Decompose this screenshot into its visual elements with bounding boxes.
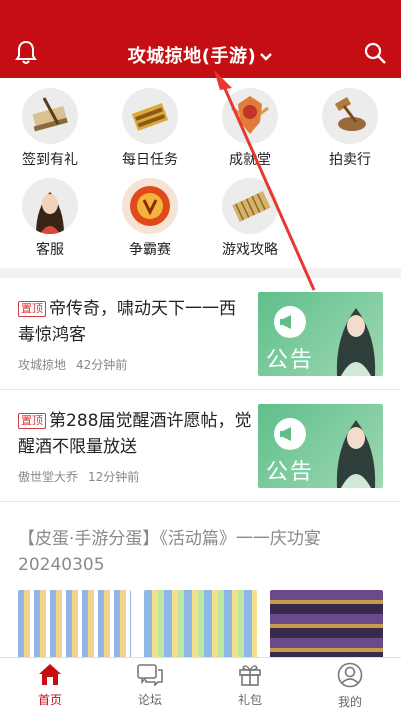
service-girl-icon <box>22 178 78 234</box>
page-title: 攻城掠地(手游) <box>127 46 257 67</box>
grid-item-label: 游戏攻略 <box>222 242 278 258</box>
forum-title-dropdown[interactable]: 攻城掠地(手游) <box>0 42 401 68</box>
character-portrait-icon <box>336 308 376 376</box>
home-icon <box>39 664 61 685</box>
post-time: 42分钟前 <box>76 358 128 372</box>
gift-icon <box>239 665 261 686</box>
grid-item-label: 签到有礼 <box>22 152 78 168</box>
grid-item-label: 拍卖行 <box>329 152 371 168</box>
tab-label: 论坛 <box>137 693 162 707</box>
post-title-text: 帝传奇，啸动天下一一西毒惊鸿客 <box>18 299 236 345</box>
app-header: 攻城掠地(手游) <box>0 0 401 78</box>
feature-grid: 签到有礼 每日任务 成就堂 拍卖行 客服 争霸赛 游戏攻略 <box>0 78 401 268</box>
gold-scroll-icon <box>122 88 178 144</box>
megaphone-icon <box>274 418 306 450</box>
tab-home[interactable]: 首页 <box>0 658 100 713</box>
grid-item-auction[interactable]: 拍卖行 <box>300 78 400 168</box>
post-meta: 傲世堂大乔 12分钟前 <box>18 468 139 485</box>
post-meta: 攻城掠地 42分钟前 <box>18 356 127 373</box>
notice-label: 公告 <box>266 348 315 373</box>
post-title[interactable]: 置顶 第288届觉醒酒许愿帖，觉醒酒不限量放送 <box>18 408 252 460</box>
post-title[interactable]: 【皮蛋·手游分蛋】《活动篇》一一庆功宴20240305 <box>18 526 388 578</box>
pinned-badge: 置顶 <box>18 301 46 317</box>
grid-item-tournament[interactable]: 争霸赛 <box>100 168 200 258</box>
post-time: 12分钟前 <box>88 470 140 484</box>
grid-item-achievements[interactable]: 成就堂 <box>200 78 300 168</box>
tab-gifts[interactable]: 礼包 <box>200 658 300 713</box>
post-thumbnail[interactable]: 公告 <box>258 404 383 488</box>
post-title[interactable]: 置顶 帝传奇，啸动天下一一西毒惊鸿客 <box>18 296 252 348</box>
grid-item-label: 成就堂 <box>229 152 271 168</box>
grid-item-customer-service[interactable]: 客服 <box>0 168 100 258</box>
grid-item-label: 每日任务 <box>122 152 178 168</box>
bamboo-scroll-icon <box>222 178 278 234</box>
fire-emblem-icon <box>122 178 178 234</box>
chevron-down-icon <box>260 53 273 61</box>
list-item[interactable]: 置顶 帝传奇，啸动天下一一西毒惊鸿客 攻城掠地 42分钟前 公告 <box>0 278 401 390</box>
post-thumbnail[interactable]: 公告 <box>258 292 383 376</box>
tab-label: 礼包 <box>237 693 262 707</box>
grid-item-checkin[interactable]: 签到有礼 <box>0 78 100 168</box>
post-author: 傲世堂大乔 <box>18 470 79 484</box>
section-divider <box>0 268 401 278</box>
post-title-text: 第288届觉醒酒许愿帖，觉醒酒不限量放送 <box>18 411 252 457</box>
post-image[interactable] <box>270 590 383 662</box>
list-item[interactable]: 置顶 第288届觉醒酒许愿帖，觉醒酒不限量放送 傲世堂大乔 12分钟前 公告 <box>0 390 401 502</box>
notice-label: 公告 <box>266 460 315 485</box>
tab-me[interactable]: 我的 <box>300 658 400 713</box>
tab-label: 首页 <box>37 693 62 707</box>
scroll-brush-icon <box>22 88 78 144</box>
post-image[interactable] <box>18 590 131 662</box>
crest-icon <box>222 88 278 144</box>
bottom-tab-bar: 首页 论坛 礼包 我的 <box>0 657 401 713</box>
post-author: 攻城掠地 <box>18 358 67 372</box>
search-icon[interactable] <box>363 41 387 65</box>
pinned-badge: 置顶 <box>18 413 46 429</box>
hammer-bowl-icon <box>322 88 378 144</box>
character-portrait-icon <box>336 420 376 488</box>
list-item[interactable]: 【皮蛋·手游分蛋】《活动篇》一一庆功宴20240305 <box>0 512 401 662</box>
post-image[interactable] <box>144 590 257 662</box>
grid-item-label: 客服 <box>36 242 64 258</box>
chat-icon <box>137 664 163 687</box>
grid-item-daily-task[interactable]: 每日任务 <box>100 78 200 168</box>
tab-label: 我的 <box>337 695 362 709</box>
grid-item-label: 争霸赛 <box>129 242 171 258</box>
megaphone-icon <box>274 306 306 338</box>
tab-forum[interactable]: 论坛 <box>100 658 200 713</box>
user-icon <box>337 662 363 688</box>
grid-item-game-guide[interactable]: 游戏攻略 <box>200 168 300 258</box>
